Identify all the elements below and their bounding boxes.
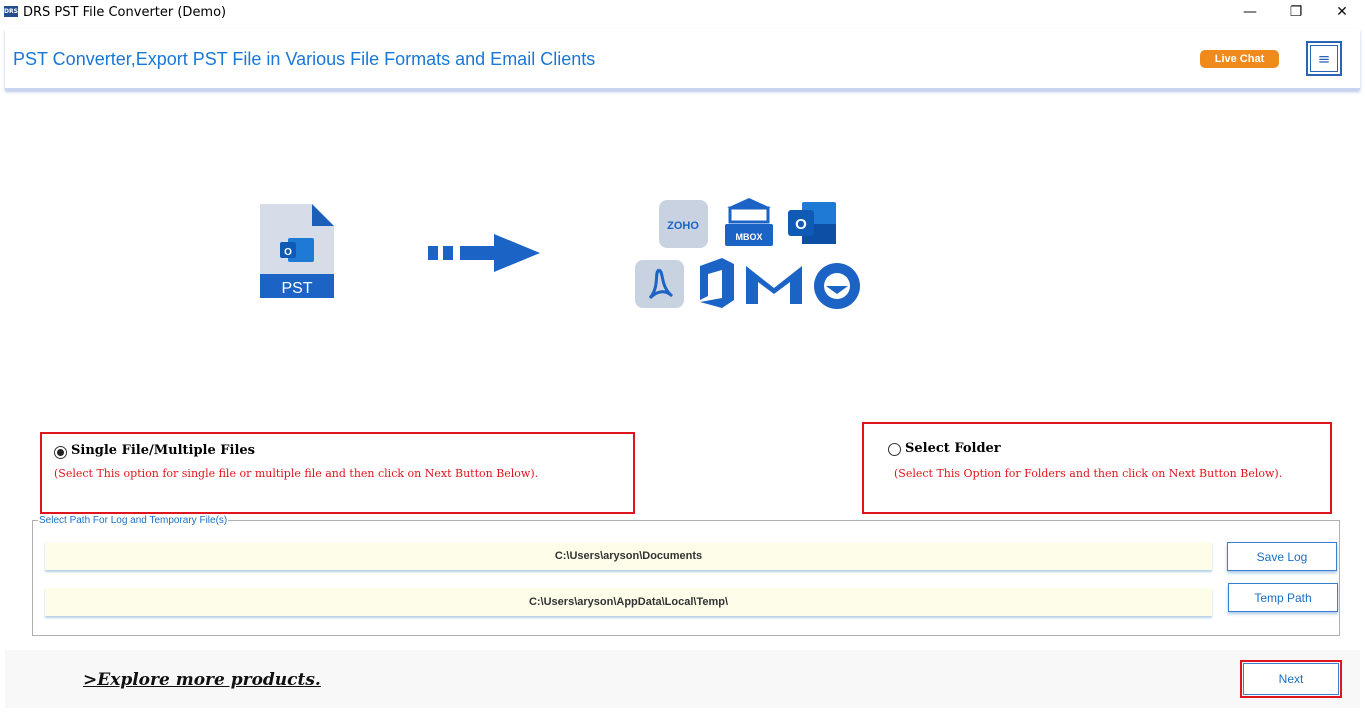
app-header: PST Converter,Export PST File in Various… <box>5 29 1360 90</box>
single-file-radio[interactable] <box>54 446 67 459</box>
pdf-icon <box>635 260 684 308</box>
live-chat-button[interactable]: Live Chat <box>1200 50 1279 68</box>
zoho-icon: ZOHO <box>659 200 708 248</box>
arrow-right-icon <box>428 234 540 272</box>
temp-path-field[interactable] <box>45 588 1212 616</box>
outlook-icon: O <box>788 202 836 244</box>
svg-text:ZOHO: ZOHO <box>667 220 699 232</box>
hamburger-icon: ≡ <box>1317 49 1331 68</box>
single-file-option[interactable]: Single File/Multiple Files (Select This … <box>40 432 635 514</box>
explore-more-products-link[interactable]: >Explore more products. <box>83 670 321 690</box>
page-title: PST Converter,Export PST File in Various… <box>13 49 596 69</box>
window-title: DRS PST File Converter (Demo) <box>23 5 227 20</box>
pst-file-icon: O PST <box>260 204 334 298</box>
app-icon: DRS <box>4 6 18 17</box>
single-file-description: (Select This option for single file or m… <box>54 467 539 480</box>
select-folder-radio[interactable] <box>888 443 901 456</box>
pst-label: PST <box>281 280 312 297</box>
office365-icon <box>700 258 734 308</box>
target-formats-icons: ZOHO MBOX O <box>635 198 860 309</box>
save-log-button[interactable]: Save Log <box>1227 542 1337 571</box>
log-path-field[interactable] <box>45 542 1212 570</box>
conversion-illustration: O PST ZOHO MBOX O <box>0 190 1365 320</box>
minimize-button[interactable]: — <box>1227 0 1273 26</box>
select-folder-option[interactable]: Select Folder (Select This Option for Fo… <box>862 422 1332 514</box>
log-temp-path-group: Select Path For Log and Temporary File(s… <box>32 515 1340 636</box>
next-button-highlight: Next <box>1240 660 1342 698</box>
mbox-icon: MBOX <box>725 198 773 246</box>
svg-text:MBOX: MBOX <box>736 232 763 242</box>
maximize-button[interactable]: ❐ <box>1273 0 1319 26</box>
gmail-icon <box>746 266 802 304</box>
footer-bar: >Explore more products. Next <box>5 650 1360 708</box>
close-button[interactable]: ✕ <box>1319 0 1365 26</box>
next-button[interactable]: Next <box>1243 663 1339 695</box>
path-group-legend: Select Path For Log and Temporary File(s… <box>38 515 229 526</box>
select-folder-description: (Select This Option for Folders and then… <box>894 467 1283 480</box>
thunderbird-icon <box>814 263 860 309</box>
single-file-label[interactable]: Single File/Multiple Files <box>71 443 255 458</box>
window-titlebar: DRS DRS PST File Converter (Demo) — ❐ ✕ <box>0 0 1365 26</box>
svg-text:O: O <box>795 216 807 233</box>
select-folder-label[interactable]: Select Folder <box>905 441 1001 456</box>
temp-path-button[interactable]: Temp Path <box>1228 583 1338 612</box>
menu-button[interactable]: ≡ <box>1306 41 1342 76</box>
svg-text:O: O <box>284 247 292 258</box>
